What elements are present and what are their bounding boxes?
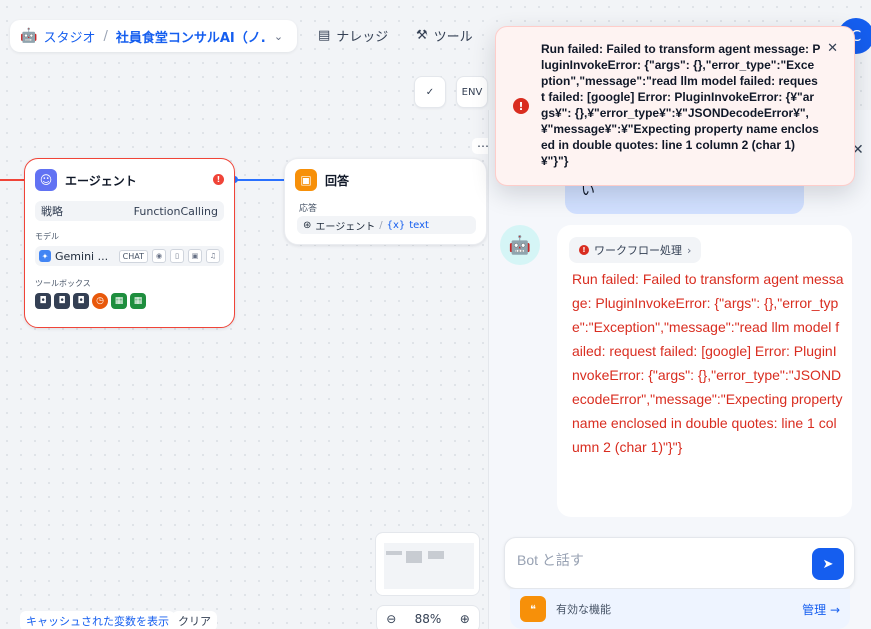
studio-icon: 🤖 xyxy=(20,28,38,44)
workflow-process-tag[interactable]: ! ワークフロー処理 › xyxy=(569,237,702,263)
chevron-down-icon[interactable]: ⌄ xyxy=(274,30,283,43)
response-variable: ⊛ エージェント / {x} text xyxy=(297,216,476,234)
nav-tools[interactable]: ⚒ ツール xyxy=(416,26,473,45)
env-button[interactable]: ENV xyxy=(456,76,488,108)
model-name: Gemini ... xyxy=(55,249,109,263)
image-icon: ▣ xyxy=(188,249,202,263)
close-icon[interactable]: ✕ xyxy=(827,41,838,56)
zoom-in-icon[interactable]: ⊕ xyxy=(460,612,470,626)
incoming-edge xyxy=(0,179,24,181)
error-icon: ! xyxy=(213,174,224,185)
zoom-out-icon[interactable]: ⊖ xyxy=(386,612,396,626)
chat-input-box: ➤ xyxy=(504,537,855,589)
error-icon: ! xyxy=(579,245,589,255)
zoom-level[interactable]: 88% xyxy=(415,612,442,626)
document-icon: ▯ xyxy=(170,249,184,263)
variable-icon: {x} xyxy=(386,219,406,231)
answer-node-title: 回答 xyxy=(325,173,350,188)
bot-message: ! ワークフロー処理 › Run failed: Failed to trans… xyxy=(557,225,852,517)
nav-knowledge-label: ナレッジ xyxy=(336,30,389,45)
strategy-row: 戦略 FunctionCalling xyxy=(35,201,224,221)
toolbox-label: ツールボックス xyxy=(35,279,91,288)
sheets-tool-icon: ▦ xyxy=(111,293,127,309)
clock-tool-icon: ◷ xyxy=(92,293,108,309)
audio-icon: ♫ xyxy=(206,249,220,263)
error-icon: ! xyxy=(513,98,529,114)
breadcrumb-separator: / xyxy=(103,28,108,44)
agent-small-icon: ⊛ xyxy=(303,219,312,231)
minimap[interactable] xyxy=(375,532,480,596)
features-icon: ❝ xyxy=(520,596,546,622)
robot-icon: 🤖 xyxy=(508,234,532,256)
model-label: モデル xyxy=(35,232,59,241)
chat-badge: CHAT xyxy=(118,249,148,263)
eye-icon: ◉ xyxy=(152,249,166,263)
send-button[interactable]: ➤ xyxy=(812,548,844,580)
answer-icon: ▣ xyxy=(295,169,317,191)
send-icon: ➤ xyxy=(822,556,834,572)
hammer-icon: ⚒ xyxy=(416,28,428,43)
show-cached-vars-button[interactable]: キャッシュされた変数を表示 xyxy=(20,611,175,629)
workflow-tag-label: ワークフロー処理 xyxy=(594,244,682,257)
features-bar: ❝ 有効な機能 管理 → xyxy=(510,589,850,629)
toolbox-row: ◘ ◘ ◘ ◷ ▦ ▦ xyxy=(35,293,224,309)
robot-tool-icon: ◘ xyxy=(73,293,89,309)
answer-node[interactable]: ▣ 回答 応答 ⊛ エージェント / {x} text xyxy=(284,158,487,245)
var-separator: / xyxy=(379,219,383,231)
zoom-controls: ⊖ 88% ⊕ xyxy=(376,605,480,629)
nav-knowledge[interactable]: ▤ ナレッジ xyxy=(318,26,388,45)
app-name: 社員食堂コンサルAI（ノ... xyxy=(115,30,266,46)
strategy-label: 戦略 xyxy=(41,205,63,218)
minimap-viewport xyxy=(384,543,474,589)
features-label: 有効な機能 xyxy=(556,603,611,616)
env-icon: ENV xyxy=(461,86,483,98)
sheets-tool-icon: ▦ xyxy=(130,293,146,309)
checklist-button[interactable]: ✓ xyxy=(414,76,446,108)
gemini-icon: ✦ xyxy=(39,250,51,262)
response-label: 応答 xyxy=(299,204,318,214)
bot-error-text: Run failed: Failed to transform agent me… xyxy=(572,271,844,455)
clear-button[interactable]: クリア xyxy=(172,611,217,629)
agent-icon: ☺ xyxy=(35,169,57,191)
model-selector[interactable]: ✦ Gemini ... CHAT ◉ ▯ ▣ ♫ xyxy=(35,246,224,266)
chevron-right-icon: › xyxy=(687,243,692,257)
robot-tool-icon: ◘ xyxy=(35,293,51,309)
studio-link[interactable]: スタジオ xyxy=(43,27,95,46)
var-source: エージェント xyxy=(315,221,376,233)
error-toast: ! Run failed: Failed to transform agent … xyxy=(495,26,855,186)
edge-agent-answer xyxy=(235,179,284,181)
strategy-value: FunctionCalling xyxy=(133,204,218,218)
chat-input[interactable] xyxy=(517,552,797,568)
bot-avatar: 🤖 xyxy=(500,225,540,265)
agent-node[interactable]: ☺ エージェント ! 戦略 FunctionCalling モデル ✦ Gemi… xyxy=(24,158,235,328)
var-name: text xyxy=(409,219,429,231)
manage-link[interactable]: 管理 → xyxy=(802,601,840,618)
agent-node-title: エージェント xyxy=(65,173,137,188)
robot-tool-icon: ◘ xyxy=(54,293,70,309)
book-icon: ▤ xyxy=(318,28,331,43)
nav-tools-label: ツール xyxy=(433,30,473,45)
app-selector[interactable]: 🤖 スタジオ / 社員食堂コンサルAI（ノ... ⌄ xyxy=(10,20,297,52)
toast-message: Run failed: Failed to transform agent me… xyxy=(541,42,821,168)
checklist-icon: ✓ xyxy=(425,86,435,98)
